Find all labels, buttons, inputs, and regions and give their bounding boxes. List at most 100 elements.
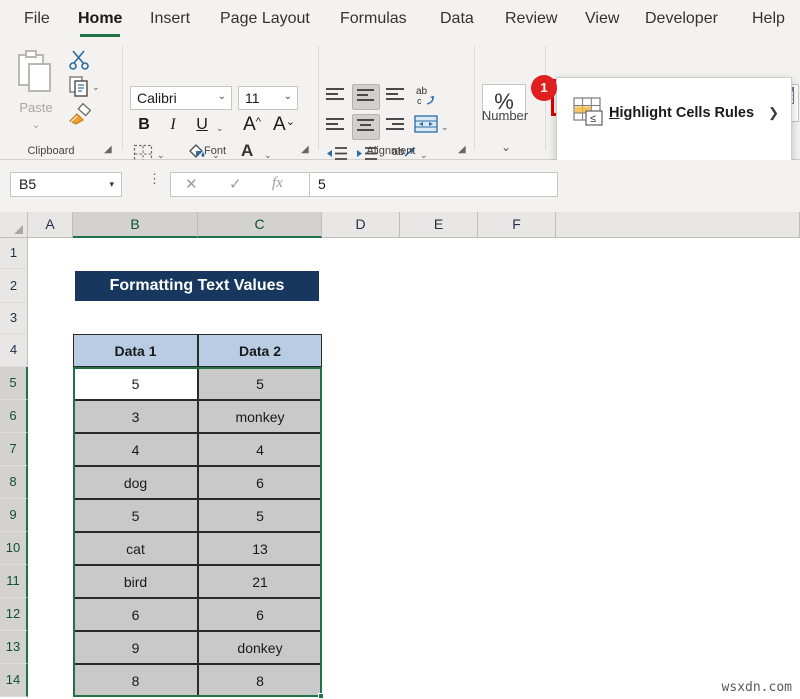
row-header-6[interactable]: 6 [0, 400, 28, 433]
align-center-button[interactable] [352, 114, 380, 140]
row-header-7[interactable]: 7 [0, 433, 28, 466]
cut-button[interactable] [68, 48, 90, 75]
align-bottom-button[interactable] [386, 88, 406, 102]
row-header-14[interactable]: 14 [0, 664, 28, 697]
ribbon-tab-view[interactable]: View [585, 6, 619, 34]
underline-chevron-icon[interactable]: ⌄ [216, 123, 224, 134]
name-box[interactable]: B5 ▾ [10, 172, 122, 197]
clipboard-group-label: Clipboard [8, 145, 94, 157]
select-all-corner[interactable] [0, 212, 28, 238]
font-dialog-launcher[interactable]: ◢ [301, 144, 313, 156]
align-right-button[interactable] [386, 118, 406, 132]
paste-button[interactable]: Paste ⌄ [8, 48, 64, 134]
ribbon-tab-developer[interactable]: Developer [645, 6, 718, 34]
table-cell[interactable]: 6 [73, 598, 198, 631]
column-header-A[interactable]: A [28, 212, 73, 238]
table-cell[interactable]: 8 [198, 664, 322, 697]
ribbon-tab-review[interactable]: Review [505, 6, 557, 34]
ribbon-tab-insert[interactable]: Insert [150, 6, 190, 34]
column-header-F[interactable]: F [478, 212, 556, 238]
submenu-arrow-icon: ❯ [768, 105, 779, 121]
bold-button[interactable]: B [133, 116, 155, 134]
copy-button[interactable] [68, 75, 90, 102]
table-cell[interactable]: 6 [198, 598, 322, 631]
ribbon-tab-label: Developer [645, 10, 718, 27]
paste-chevron-icon[interactable]: ⌄ [8, 118, 64, 131]
table-cell[interactable]: 8 [73, 664, 198, 697]
group-separator [318, 46, 319, 150]
table-cell[interactable]: 4 [73, 433, 198, 466]
increase-font-size-button[interactable]: A^ [240, 114, 264, 136]
row-header-8[interactable]: 8 [0, 466, 28, 499]
chevron-down-icon: ⌄ [284, 91, 292, 102]
ribbon-tab-formulas[interactable]: Formulas [340, 6, 407, 34]
row-header-3[interactable]: 3 [0, 303, 28, 334]
italic-button[interactable]: I [162, 116, 184, 134]
table-cell[interactable]: bird [73, 565, 198, 598]
ribbon-tab-bar: File Home Insert Page Layout Formulas Data Rev… [0, 0, 800, 40]
row-header-12[interactable]: 12 [0, 598, 28, 631]
svg-text:c: c [417, 96, 422, 106]
row-header-13[interactable]: 13 [0, 631, 28, 664]
orientation-icon: ab c [416, 84, 440, 106]
align-middle-button[interactable] [352, 84, 380, 110]
row-header-1[interactable]: 1 [0, 238, 28, 269]
table-cell[interactable]: 13 [198, 532, 322, 565]
table-cell[interactable]: 5 [198, 499, 322, 532]
formula-bar-grip[interactable]: ⋮ [148, 175, 161, 182]
underline-button[interactable]: U [191, 116, 213, 134]
spreadsheet-grid: ABCDEF 1234567891011121314 Formatting Te… [0, 212, 800, 699]
ribbon-tab-label: Data [440, 10, 474, 27]
table-cell[interactable]: cat [73, 532, 198, 565]
cancel-icon[interactable]: ✕ [185, 175, 198, 193]
merge-and-center-button[interactable] [414, 114, 438, 139]
enter-icon[interactable]: ✓ [229, 175, 242, 193]
active-cell[interactable]: 5 [73, 367, 198, 400]
ribbon-tab-data[interactable]: Data [440, 6, 474, 34]
column-header-E[interactable]: E [400, 212, 478, 238]
table-cell[interactable]: 21 [198, 565, 322, 598]
copy-chevron-icon[interactable]: ⌄ [92, 82, 100, 93]
ribbon-tab-label: File [24, 10, 50, 27]
align-left-button[interactable] [326, 118, 346, 132]
row-header-5[interactable]: 5 [0, 367, 28, 400]
ribbon-tab-file[interactable]: File [24, 6, 50, 34]
clipboard-dialog-launcher[interactable]: ◢ [104, 144, 116, 156]
table-cell[interactable]: 5 [198, 367, 322, 400]
row-header-10[interactable]: 10 [0, 532, 28, 565]
table-header-cell[interactable]: Data 2 [198, 334, 322, 367]
merge-chevron-icon[interactable]: ⌄ [441, 122, 449, 133]
table-header-cell[interactable]: Data 1 [73, 334, 198, 367]
row-header-11[interactable]: 11 [0, 565, 28, 598]
menu-item-highlight-cells-rules[interactable]: ≤ Highlight Cells Rules ❯ [557, 89, 791, 143]
row-header-2[interactable]: 2 [0, 269, 28, 303]
table-cell[interactable]: 3 [73, 400, 198, 433]
font-size-combo[interactable]: 11 ⌄ [238, 86, 298, 110]
column-header-C[interactable]: C [198, 212, 322, 238]
table-cell[interactable]: donkey [198, 631, 322, 664]
ribbon-tab-page-layout[interactable]: Page Layout [220, 6, 310, 34]
alignment-dialog-launcher[interactable]: ◢ [458, 144, 470, 156]
formula-input[interactable]: 5 [310, 172, 558, 197]
orientation-button[interactable]: ab c [416, 84, 440, 111]
fill-handle[interactable] [318, 693, 324, 699]
table-cell[interactable]: monkey [198, 400, 322, 433]
table-cell[interactable]: 9 [73, 631, 198, 664]
ribbon-tab-help[interactable]: Help [752, 6, 785, 34]
table-cell[interactable]: 5 [73, 499, 198, 532]
ribbon-tab-home[interactable]: Home [78, 6, 122, 34]
number-chevron-icon[interactable]: ⌄ [501, 140, 511, 154]
row-header-9[interactable]: 9 [0, 499, 28, 532]
table-cell[interactable]: 6 [198, 466, 322, 499]
font-name-combo[interactable]: Calibri ⌄ [130, 86, 232, 110]
insert-function-icon[interactable]: fx [272, 175, 283, 192]
column-header-B[interactable]: B [73, 212, 198, 238]
table-cell[interactable]: dog [73, 466, 198, 499]
table-cell[interactable]: 4 [198, 433, 322, 466]
step-badge-1: 1 [531, 75, 557, 101]
column-header-D[interactable]: D [322, 212, 400, 238]
format-painter-button[interactable] [66, 102, 92, 131]
row-header-4[interactable]: 4 [0, 334, 28, 367]
align-top-button[interactable] [326, 88, 346, 102]
decrease-font-size-button[interactable]: A⌄ [272, 114, 296, 136]
